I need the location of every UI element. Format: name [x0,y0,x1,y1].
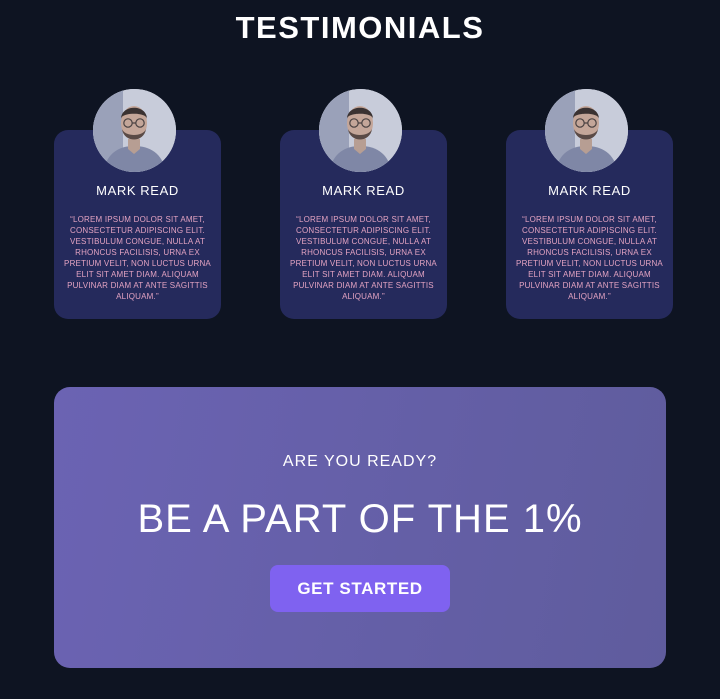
testimonial-quote: “LOREM IPSUM DOLOR SIT AMET, CONSECTETUR… [64,215,211,301]
testimonial-name: MARK READ [548,183,631,198]
testimonial-name: MARK READ [96,183,179,198]
person-photo-icon [319,89,402,172]
testimonial-quote: “LOREM IPSUM DOLOR SIT AMET, CONSECTETUR… [516,215,663,301]
avatar [93,89,176,172]
section-title: TESTIMONIALS [235,10,485,45]
cta-panel: ARE YOU READY? BE A PART OF THE 1% GET S… [54,387,666,668]
cta-subtitle: ARE YOU READY? [282,453,438,470]
avatar [545,89,628,172]
avatar [319,89,402,172]
cta-headline: BE A PART OF THE 1% [137,497,583,541]
testimonial-quote: “LOREM IPSUM DOLOR SIT AMET, CONSECTETUR… [290,215,437,301]
person-photo-icon [545,89,628,172]
testimonial-name: MARK READ [322,183,405,198]
person-photo-icon [93,89,176,172]
get-started-button[interactable]: GET STARTED [270,565,450,612]
